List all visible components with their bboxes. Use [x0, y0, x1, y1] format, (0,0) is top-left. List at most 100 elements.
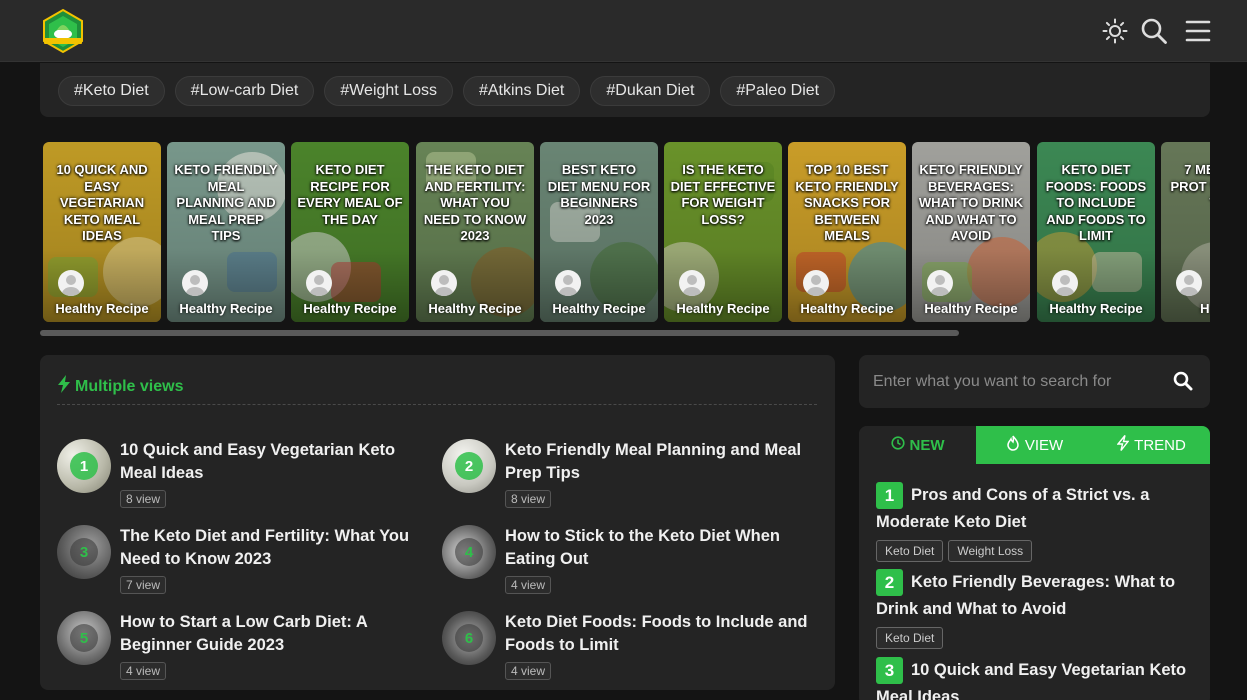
story-title: 7 Me Sour Prot Vege on t D — [1170, 162, 1210, 210]
search-icon[interactable] — [1137, 14, 1171, 48]
list-item[interactable]: 4 How to Stick to the Keto Diet When Eat… — [442, 525, 822, 605]
tab-trend[interactable]: TREND — [1093, 426, 1210, 464]
carousel-scroll-thumb[interactable] — [40, 330, 959, 336]
panel-title-text: Multiple views — [75, 377, 184, 395]
tag-keto-diet[interactable]: #Keto Diet — [58, 76, 165, 106]
list-item[interactable]: 3 The Keto Diet and Fertility: What You … — [57, 525, 437, 605]
story-card[interactable]: Top 10 Best Keto Friendly Snacks for Bet… — [788, 142, 906, 322]
tag-bar: #Keto Diet #Low-carb Diet #Weight Loss #… — [40, 63, 1210, 117]
author-avatar — [1176, 270, 1202, 296]
site-logo[interactable] — [40, 8, 86, 54]
bolt-icon — [1116, 435, 1130, 455]
author-avatar — [1052, 270, 1078, 296]
search-button[interactable] — [1172, 370, 1194, 392]
ranked-post-title-text: Pros and Cons of a Strict vs. a Moderate… — [876, 486, 1150, 532]
post-tag[interactable]: Weight Loss — [948, 540, 1033, 563]
ranking-tabs: NEW VIEW TREND — [859, 426, 1210, 464]
sidebar-search — [859, 355, 1210, 408]
post-thumbnail: 1 — [57, 439, 111, 493]
post-title[interactable]: The Keto Diet and Fertility: What You Ne… — [120, 525, 435, 571]
story-carousel[interactable]: 10 Quick and Easy Vegetarian Keto Meal I… — [40, 140, 1210, 324]
site-header — [0, 0, 1247, 62]
ranked-post-title[interactable]: 1 Pros and Cons of a Strict vs. a Moderat… — [876, 482, 1196, 535]
clock-icon — [890, 436, 905, 454]
post-thumbnail: 6 — [442, 611, 496, 665]
story-card[interactable]: Best Keto Diet Menu for Beginners 2023 H… — [540, 142, 658, 322]
tag-low-carb-diet[interactable]: #Low-carb Diet — [174, 76, 315, 106]
rank-number: 6 — [455, 624, 483, 652]
ranked-post-title-text: Keto Friendly Beverages: What to Drink a… — [876, 573, 1176, 619]
ranked-post-title[interactable]: 2 Keto Friendly Beverages: What to Drink … — [876, 569, 1196, 622]
story-author: Healthy Recipe — [800, 301, 894, 316]
story-title: Best Keto Diet Menu for Beginners 2023 — [547, 162, 651, 227]
post-title[interactable]: Keto Friendly Meal Planning and Meal Pre… — [505, 439, 820, 485]
post-thumbnail: 4 — [442, 525, 496, 579]
post-title[interactable]: 10 Quick and Easy Vegetarian Keto Meal I… — [120, 439, 435, 485]
story-title: Keto Diet Foods: Foods to Include and Fo… — [1045, 162, 1147, 243]
bolt-icon — [57, 375, 71, 398]
story-author: Healthy Recipe — [55, 301, 149, 316]
tab-new-label: NEW — [909, 436, 945, 454]
rank-number: 3 — [70, 538, 98, 566]
rank-badge: 3 — [876, 657, 903, 685]
tag-dukan-diet[interactable]: #Dukan Diet — [590, 76, 711, 106]
story-card[interactable]: Keto Friendly Meal Planning and Meal Pre… — [167, 142, 285, 322]
list-item[interactable]: 6 Keto Diet Foods: Foods to Include and … — [442, 611, 822, 691]
theme-toggle-icon[interactable] — [1098, 14, 1132, 48]
story-author: Health — [1200, 301, 1210, 316]
post-title[interactable]: Keto Diet Foods: Foods to Include and Fo… — [505, 611, 820, 657]
panel-title: Multiple views — [57, 375, 183, 398]
menu-icon[interactable] — [1181, 14, 1215, 48]
list-item[interactable]: 1 10 Quick and Easy Vegetarian Keto Meal… — [57, 439, 437, 519]
ranked-post-title[interactable]: 3 10 Quick and Easy Vegetarian Keto Meal … — [876, 657, 1196, 700]
list-item[interactable]: 2 Keto Friendly Meal Planning and Meal P… — [442, 439, 822, 519]
tag-weight-loss[interactable]: #Weight Loss — [324, 76, 453, 106]
post-tags: Keto Diet Weight Loss — [876, 540, 1196, 563]
view-count: 4 view — [120, 662, 167, 680]
story-card[interactable]: The Keto Diet and Fertility: What You Ne… — [416, 142, 534, 322]
story-title: Keto Friendly Beverages: What to Drink a… — [918, 162, 1024, 243]
rank-number: 2 — [455, 452, 483, 480]
rank-badge: 2 — [876, 569, 903, 597]
tab-trend-label: TREND — [1134, 436, 1186, 454]
post-tag[interactable]: Keto Diet — [876, 627, 944, 650]
post-tags: Keto Diet — [876, 627, 1196, 650]
story-title: Keto Friendly Meal Planning and Meal Pre… — [174, 162, 278, 243]
post-thumbnail: 3 — [57, 525, 111, 579]
author-avatar — [58, 270, 84, 296]
tag-paleo-diet[interactable]: #Paleo Diet — [720, 76, 836, 106]
view-count: 8 view — [120, 490, 167, 508]
view-count: 4 view — [505, 576, 552, 594]
story-title: Keto Diet Recipe for Every Meal of the D… — [297, 162, 403, 227]
post-tag[interactable]: Keto Diet — [876, 540, 944, 563]
tab-view-label: VIEW — [1024, 436, 1064, 454]
ranked-post[interactable]: 1 Pros and Cons of a Strict vs. a Moderat… — [876, 482, 1196, 563]
post-thumbnail: 5 — [57, 611, 111, 665]
post-title[interactable]: How to Start a Low Carb Diet: A Beginner… — [120, 611, 435, 657]
story-author: Healthy Recipe — [676, 301, 770, 316]
story-author: Healthy Recipe — [303, 301, 397, 316]
story-title: Is the Keto Diet Effective for Weight Lo… — [670, 162, 776, 227]
carousel-scrollbar[interactable] — [40, 330, 1210, 336]
tab-new[interactable]: NEW — [859, 426, 976, 464]
story-card[interactable]: Keto Diet Recipe for Every Meal of the D… — [291, 142, 409, 322]
search-input[interactable] — [873, 368, 1153, 396]
tab-view[interactable]: VIEW — [976, 426, 1093, 464]
story-card[interactable]: 10 Quick and Easy Vegetarian Keto Meal I… — [43, 142, 161, 322]
tag-atkins-diet[interactable]: #Atkins Diet — [462, 76, 581, 106]
story-card[interactable]: Is the Keto Diet Effective for Weight Lo… — [664, 142, 782, 322]
post-title[interactable]: How to Stick to the Keto Diet When Eatin… — [505, 525, 820, 571]
story-card[interactable]: Keto Friendly Beverages: What to Drink a… — [912, 142, 1030, 322]
author-avatar — [803, 270, 829, 296]
story-author: Healthy Recipe — [924, 301, 1018, 316]
author-avatar — [431, 270, 457, 296]
ranked-post[interactable]: 3 10 Quick and Easy Vegetarian Keto Meal … — [876, 657, 1196, 700]
author-avatar — [182, 270, 208, 296]
rank-number: 1 — [70, 452, 98, 480]
list-item[interactable]: 5 How to Start a Low Carb Diet: A Beginn… — [57, 611, 437, 691]
author-avatar — [555, 270, 581, 296]
story-card[interactable]: Keto Diet Foods: Foods to Include and Fo… — [1037, 142, 1155, 322]
ranked-post[interactable]: 2 Keto Friendly Beverages: What to Drink … — [876, 569, 1196, 650]
rank-number: 4 — [455, 538, 483, 566]
story-card[interactable]: 7 Me Sour Prot Vege on t D Health — [1161, 142, 1210, 322]
